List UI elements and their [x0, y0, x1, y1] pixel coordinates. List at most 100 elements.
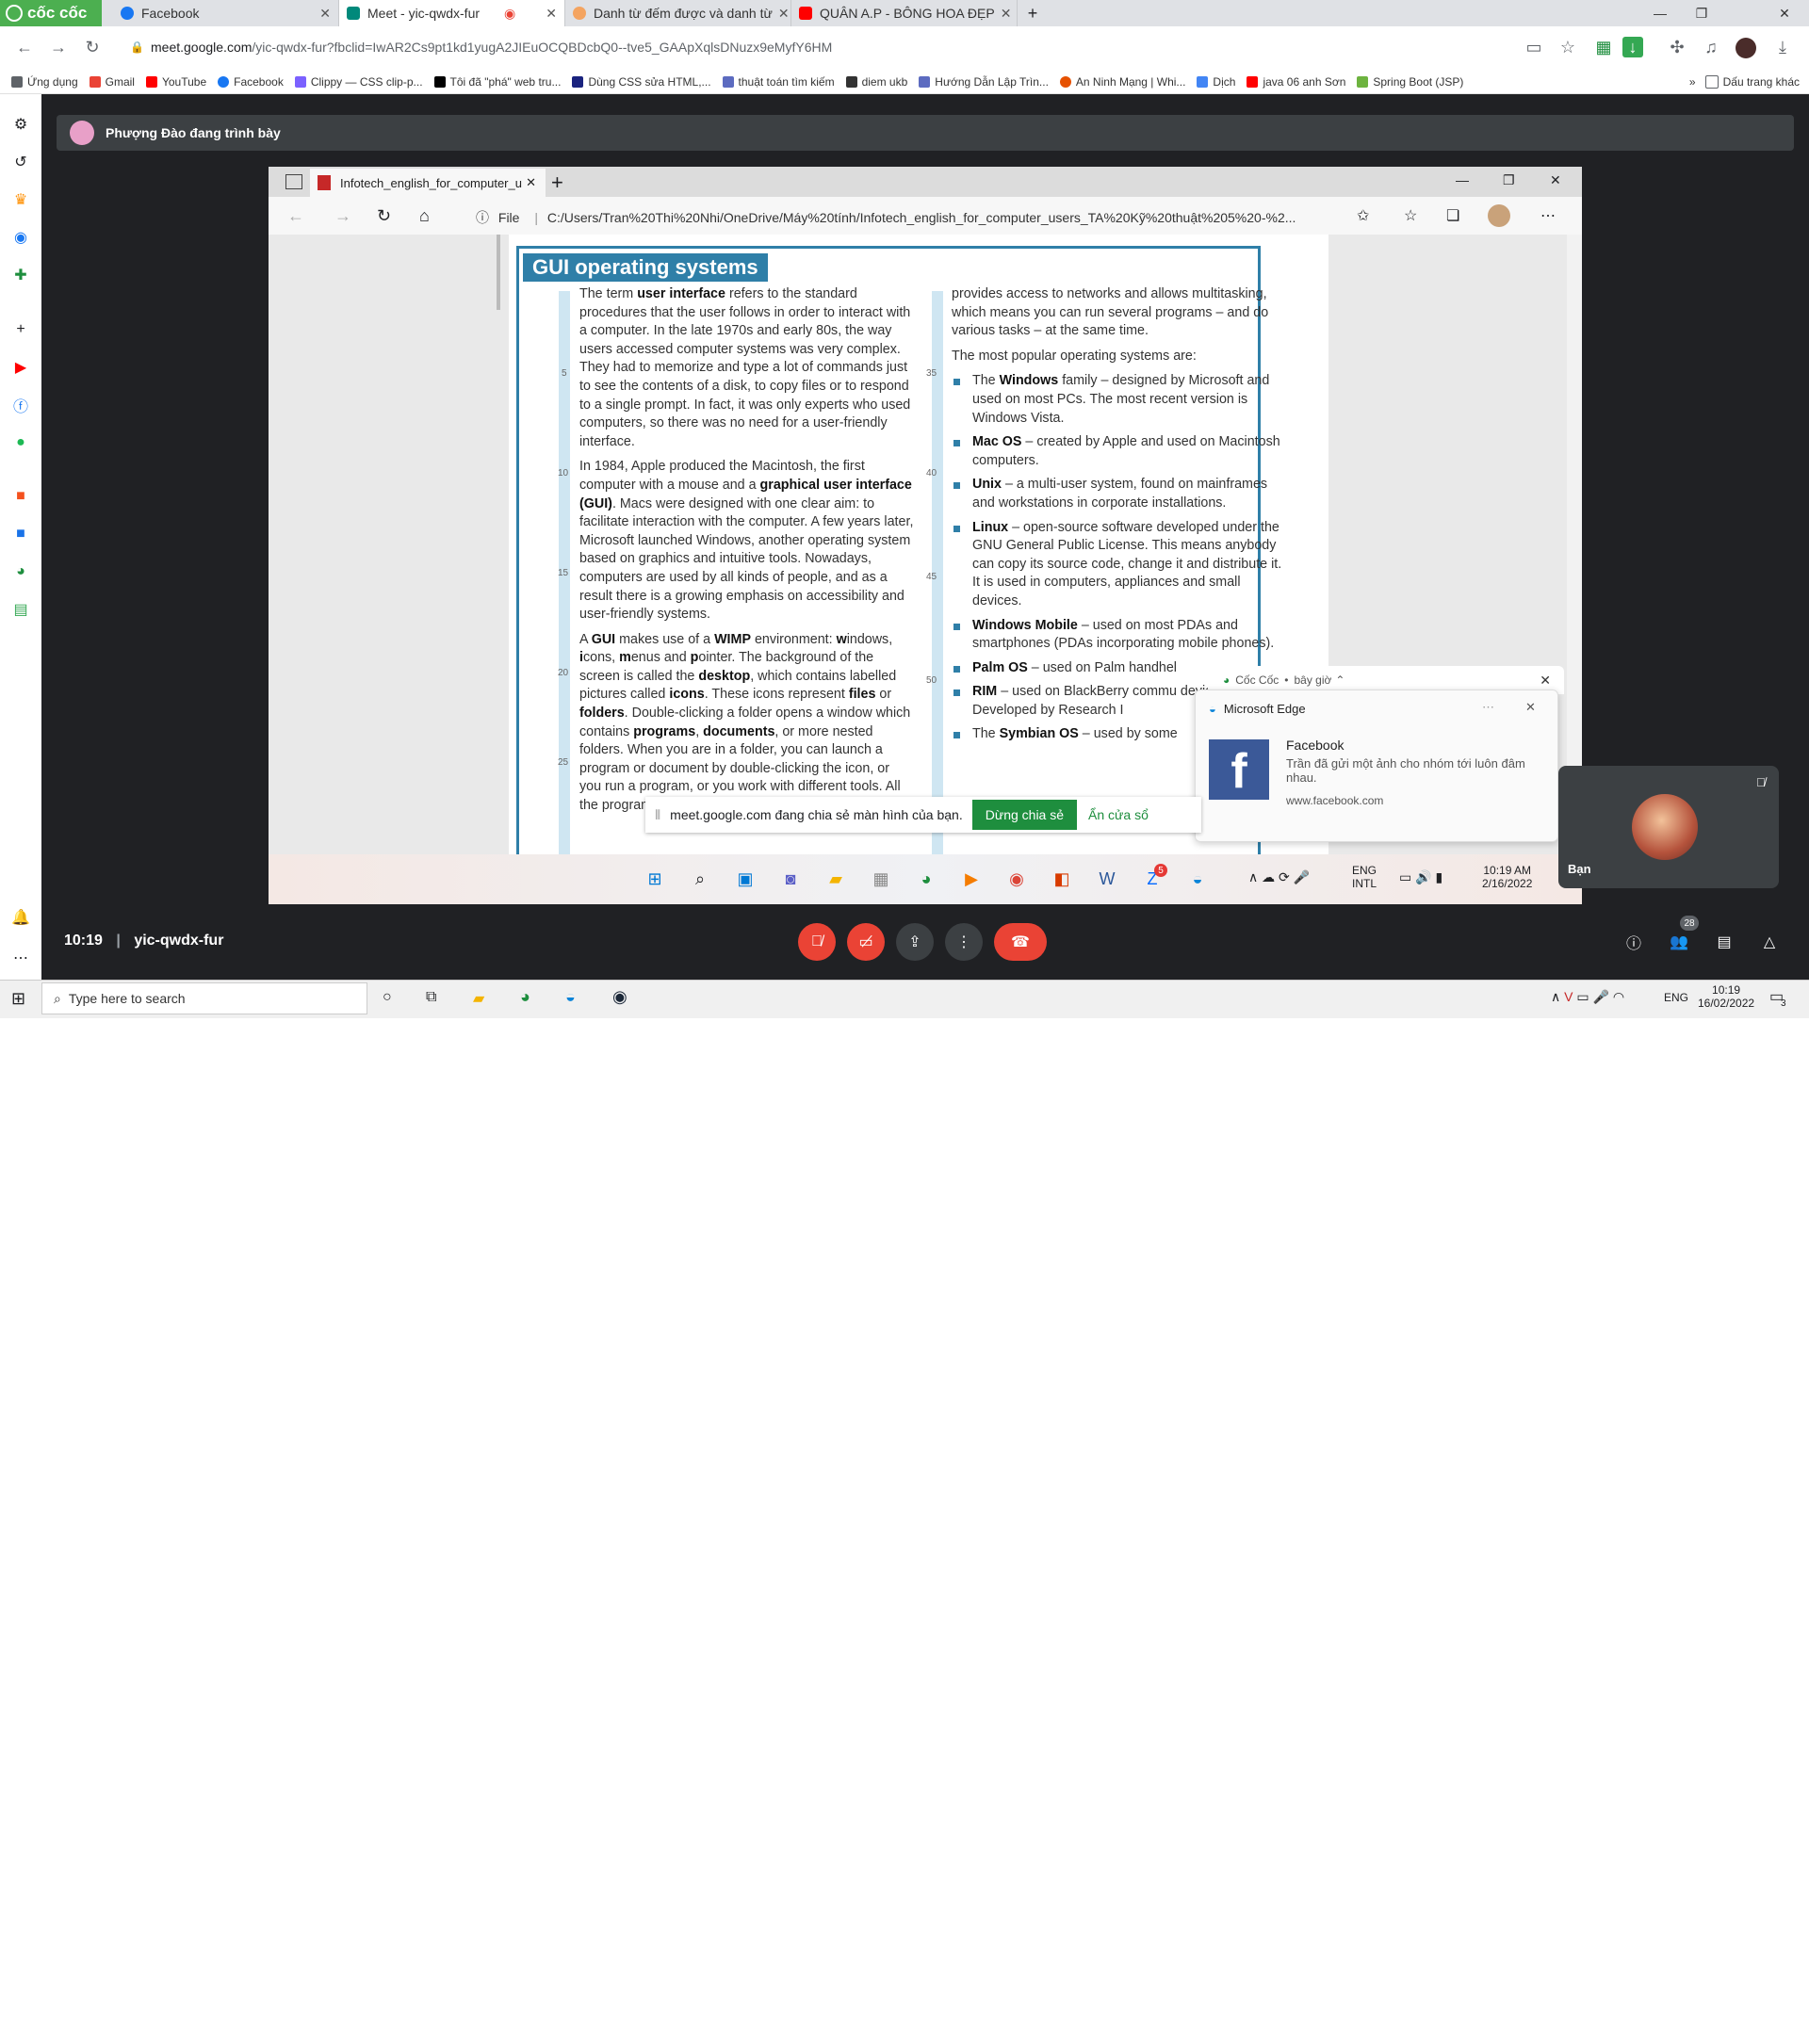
collections-icon[interactable]: ❏ [1446, 206, 1459, 225]
puzzle-icon[interactable]: ✣ [1664, 34, 1690, 60]
download-green-icon[interactable]: ↓ [1622, 37, 1643, 57]
cortana-icon[interactable]: ○ [383, 989, 392, 1006]
shared-clock[interactable]: 10:19 AM 2/16/2022 [1482, 864, 1532, 890]
music-icon[interactable]: ♫ [1698, 34, 1724, 60]
more-options-button[interactable]: ⋮ [945, 923, 983, 961]
edge-profile-avatar[interactable] [1488, 204, 1510, 227]
tab-close-icon[interactable]: ✕ [773, 6, 790, 22]
language-indicator[interactable]: ENG [1664, 991, 1688, 1004]
tab-close-icon[interactable]: ✕ [314, 6, 331, 22]
tray-icons[interactable]: ▭ 🔊 ▮ [1399, 869, 1442, 885]
self-video-tile[interactable]: 🎙̸ Bạn [1558, 766, 1779, 888]
tab-actions-icon[interactable] [285, 174, 302, 189]
bookmark-star-icon[interactable]: ☆ [1555, 34, 1581, 60]
task-view-icon[interactable]: ⧉ [426, 989, 436, 1006]
bookmark-item[interactable]: YouTube [145, 75, 206, 89]
app-icon[interactable]: ▦ [868, 866, 894, 892]
forward-button[interactable]: → [45, 34, 72, 60]
bookmark-item[interactable]: An Ninh Mạng | Whi... [1059, 75, 1185, 89]
edge-notification[interactable]: ◒ Microsoft Edge ⋯ ✕ f Facebook Trần đã … [1195, 689, 1558, 842]
bookmark-item[interactable]: Ứng dụng [11, 75, 78, 89]
more-icon[interactable]: ⋯ [1482, 700, 1494, 715]
tab-close-icon[interactable]: ✕ [526, 175, 536, 190]
settings-icon[interactable]: ⚙ [9, 113, 32, 136]
media-icon[interactable]: ▶ [958, 866, 985, 892]
history-icon[interactable]: ↺ [9, 151, 32, 173]
minimize-button[interactable]: — [1639, 0, 1681, 26]
back-icon[interactable]: ← [287, 206, 304, 226]
edge-url-field[interactable]: ⓘ File | C:/Users/Tran%20Thi%20Nhi/OneDr… [476, 208, 1296, 227]
new-tab-button[interactable]: + [1019, 0, 1046, 26]
minimize-button[interactable]: — [1456, 172, 1469, 187]
bookmark-item[interactable]: Spring Boot (JSP) [1357, 75, 1463, 89]
windows-start-icon[interactable]: ⊞ [11, 989, 25, 1009]
system-tray[interactable]: ∧ ☁ ⟳ 🎤 [1248, 869, 1310, 885]
mic-toggle-button[interactable]: 🎙̸ [798, 923, 836, 961]
tab-meet[interactable]: Meet - yic-qwdx-fur ◉ ✕ [339, 0, 565, 26]
camera-icon[interactable]: ▭ [1521, 34, 1547, 60]
close-button[interactable]: ✕ [1550, 172, 1561, 188]
url-text[interactable]: meet.google.com/yic-qwdx-fur?fbclid=IwAR… [151, 40, 832, 55]
tiki-icon[interactable]: ■ [9, 523, 32, 545]
notification-bell-icon[interactable]: 🔔 [9, 906, 32, 929]
downloads-icon[interactable]: ⤓ [1769, 34, 1796, 60]
shopee-icon[interactable]: ■ [9, 485, 32, 508]
bookmark-item[interactable]: Clippy — CSS clip-p... [294, 75, 423, 89]
bookmark-item[interactable]: Hướng Dẫn Lập Trìn... [919, 75, 1049, 89]
tab-close-icon[interactable]: ✕ [540, 6, 557, 22]
facebook-icon[interactable]: ⓕ [9, 394, 32, 416]
tab-danh-tu[interactable]: Danh từ đếm được và danh từ ✕ [565, 0, 791, 26]
coccoc-icon[interactable]: ◕ [913, 866, 939, 892]
crown-icon[interactable]: ♛ [9, 188, 32, 211]
tab-close-icon[interactable]: ✕ [995, 6, 1012, 22]
favorites-icon[interactable]: ☆ [1404, 206, 1417, 225]
tab-facebook[interactable]: Facebook ✕ [113, 0, 339, 26]
other-bookmarks[interactable]: » Dấu trang khác [1689, 75, 1800, 89]
bookmark-item[interactable]: java 06 anh Sơn [1247, 75, 1345, 89]
youtube-icon[interactable]: ▶ [9, 356, 32, 379]
restore-button[interactable]: ❐ [1503, 172, 1515, 188]
close-icon[interactable]: ✕ [1525, 700, 1536, 715]
word-icon[interactable]: W [1094, 866, 1120, 892]
taskbar-clock[interactable]: 10:19 16/02/2022 [1698, 983, 1754, 1010]
close-window-button[interactable]: ✕ [1764, 0, 1805, 26]
edge-icon[interactable]: ◒ [1184, 866, 1211, 892]
chevron-up-icon[interactable]: ⌃ [1335, 673, 1345, 687]
more-icon[interactable]: ⋯ [1540, 206, 1556, 225]
taskbar-search[interactable]: ⌕ Type here to search [41, 982, 367, 1014]
meeting-details-icon[interactable]: ⓘ [1615, 923, 1653, 961]
file-explorer-icon[interactable]: ▰ [473, 989, 484, 1008]
favorite-add-icon[interactable]: ✩ [1357, 206, 1369, 225]
messenger-icon[interactable]: ◉ [9, 226, 32, 249]
tray-icons[interactable]: ∧ V ▭ 🎤 ◠ [1551, 989, 1624, 1005]
activities-icon[interactable]: △ [1751, 923, 1788, 961]
bookmark-item[interactable]: Dịch [1197, 75, 1235, 89]
present-button[interactable]: ⇪ [896, 923, 934, 961]
edge-icon[interactable]: ◒ [565, 987, 576, 1007]
forward-icon[interactable]: → [334, 206, 351, 226]
windows-start-icon[interactable]: ⊞ [642, 866, 668, 892]
extension-icon[interactable]: ▦ [1590, 34, 1617, 60]
chat-icon[interactable]: ▤ [1705, 923, 1743, 961]
profile-avatar[interactable] [1736, 38, 1756, 58]
home-icon[interactable]: ⌂ [419, 206, 430, 226]
teams-icon[interactable]: ◙ [777, 866, 804, 892]
spotify-icon[interactable]: ● [9, 431, 32, 454]
chrome-icon[interactable]: ◉ [1003, 866, 1030, 892]
bookmark-item[interactable]: diem ukb [845, 75, 907, 89]
more-horizontal-icon[interactable]: ⋯ [9, 947, 32, 969]
edge-tab-pdf[interactable]: Infotech_english_for_computer_u ✕ [310, 169, 546, 197]
coccoc-icon[interactable]: ◕ [9, 560, 32, 583]
task-view-icon[interactable]: ▣ [732, 866, 758, 892]
new-tab-button[interactable]: + [551, 170, 563, 195]
reload-button[interactable]: ↻ [79, 34, 106, 60]
coccoc-brand-button[interactable]: cốc cốc [0, 0, 102, 26]
office-icon[interactable]: ◧ [1049, 866, 1075, 892]
bookmark-item[interactable]: Facebook [218, 75, 284, 89]
file-explorer-icon[interactable]: ▰ [823, 866, 849, 892]
game-icon[interactable]: ✚ [9, 264, 32, 286]
hide-window-button[interactable]: Ẩn cửa sổ [1088, 807, 1149, 822]
scrollbar-thumb[interactable] [497, 235, 500, 310]
coccoc-icon[interactable]: ◕ [520, 987, 530, 1007]
close-icon[interactable]: ✕ [1540, 673, 1551, 689]
